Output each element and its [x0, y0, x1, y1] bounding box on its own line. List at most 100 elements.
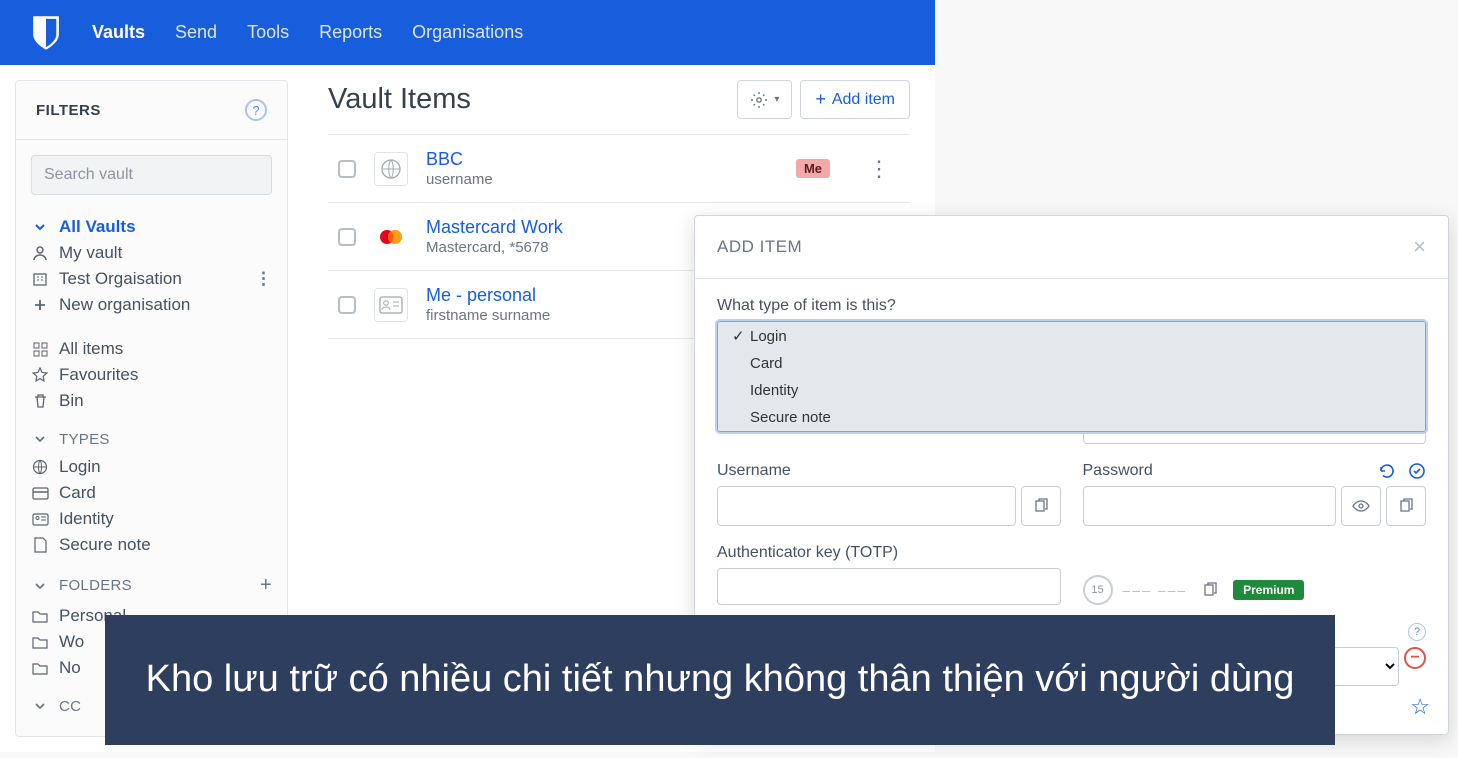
add-item-button[interactable]: + Add item	[800, 80, 910, 119]
bin-icon	[31, 392, 49, 410]
nav-send[interactable]: Send	[175, 22, 217, 43]
username-label: Username	[717, 462, 1061, 480]
copy-password-button[interactable]	[1386, 486, 1426, 526]
sidebar-favourites[interactable]: Favourites	[31, 362, 272, 388]
eye-icon	[1352, 499, 1370, 513]
owner-badge: Me	[796, 159, 830, 178]
plus-icon: +	[815, 89, 826, 110]
sidebar-type-card[interactable]: Card	[31, 480, 272, 506]
totp-timer-icon: 15	[1083, 575, 1113, 605]
sidebar-new-org[interactable]: New organisation	[31, 292, 272, 318]
close-icon[interactable]: ×	[1413, 234, 1426, 260]
page-title: Vault Items	[328, 83, 471, 116]
premium-badge: Premium	[1233, 580, 1304, 600]
password-label: Password	[1083, 462, 1153, 480]
type-option-login[interactable]: ✓Login	[718, 322, 1425, 350]
sidebar-item-label: New organisation	[59, 295, 190, 315]
sidebar-item-label: Bin	[59, 391, 84, 411]
nav-tools[interactable]: Tools	[247, 22, 289, 43]
settings-button[interactable]: ▾	[737, 80, 792, 119]
item-type-select[interactable]: ✓Login Card Identity Secure note	[717, 321, 1426, 432]
vault-item-row[interactable]: BBC username Me ⋮	[328, 135, 910, 203]
dialog-title: ADD ITEM	[717, 237, 802, 257]
totp-input[interactable]	[717, 568, 1061, 605]
row-checkbox[interactable]	[338, 296, 356, 314]
totp-code: ––– –––	[1123, 582, 1188, 598]
help-icon[interactable]: ?	[1408, 623, 1426, 641]
grid-icon	[31, 340, 49, 358]
totp-label: Authenticator key (TOTP)	[717, 544, 1061, 562]
review-caption: Kho lưu trữ có nhiều chi tiết nhưng khôn…	[105, 615, 1335, 745]
sidebar-bin[interactable]: Bin	[31, 388, 272, 414]
row-checkbox[interactable]	[338, 160, 356, 178]
org-menu-icon[interactable]: ⋮	[255, 269, 272, 289]
copy-totp-button[interactable]	[1197, 577, 1223, 603]
caption-text: Kho lưu trữ có nhiều chi tiết nhưng khôn…	[146, 654, 1295, 705]
type-label: What type of item is this?	[717, 297, 1426, 315]
nav-reports[interactable]: Reports	[319, 22, 382, 43]
folder-icon	[31, 659, 49, 677]
mastercard-icon	[374, 220, 408, 254]
folders-header[interactable]: FOLDERS +	[31, 568, 272, 603]
item-name[interactable]: BBC	[426, 149, 778, 170]
chevron-down-icon	[31, 430, 49, 448]
caret-down-icon: ▾	[774, 94, 779, 105]
copy-icon	[1398, 498, 1414, 514]
copy-username-button[interactable]	[1021, 486, 1061, 526]
type-option-identity[interactable]: Identity	[718, 377, 1425, 404]
copy-icon	[1202, 582, 1218, 598]
card-icon	[31, 484, 49, 502]
type-option-secure-note[interactable]: Secure note	[718, 404, 1425, 431]
sidebar-all-vaults[interactable]: All Vaults	[31, 214, 272, 240]
username-input[interactable]	[717, 486, 1016, 526]
add-item-label: Add item	[832, 91, 895, 109]
sidebar-type-identity[interactable]: Identity	[31, 506, 272, 532]
app-logo	[30, 15, 62, 51]
check-password-icon[interactable]	[1408, 462, 1426, 480]
copy-icon	[1033, 498, 1049, 514]
type-option-card[interactable]: Card	[718, 350, 1425, 377]
add-folder-icon[interactable]: +	[260, 574, 272, 597]
org-icon	[31, 270, 49, 288]
sidebar-test-org[interactable]: Test Orgaisation ⋮	[31, 266, 272, 292]
chevron-down-icon	[31, 697, 49, 715]
globe-icon	[374, 152, 408, 186]
chevron-down-icon	[31, 577, 49, 595]
top-nav: Vaults Send Tools Reports Organisations	[0, 0, 935, 65]
password-input[interactable]	[1083, 486, 1337, 526]
sidebar-item-label: No	[59, 658, 81, 678]
chevron-down-icon	[31, 218, 49, 236]
identity-icon	[31, 510, 49, 528]
sidebar-item-label: My vault	[59, 243, 122, 263]
remove-uri-button[interactable]: −	[1404, 647, 1426, 669]
filters-title: FILTERS	[36, 102, 101, 119]
idcard-icon	[374, 288, 408, 322]
search-input[interactable]	[31, 155, 272, 195]
star-icon	[31, 366, 49, 384]
sidebar-type-login[interactable]: Login	[31, 454, 272, 480]
nav-organisations[interactable]: Organisations	[412, 22, 523, 43]
row-checkbox[interactable]	[338, 228, 356, 246]
sidebar-all-items[interactable]: All items	[31, 336, 272, 362]
sidebar-item-label: All items	[59, 339, 123, 359]
row-menu-icon[interactable]: ⋮	[848, 156, 910, 182]
sidebar-item-label: Login	[59, 457, 101, 477]
sidebar-item-label: Wo	[59, 632, 84, 652]
gear-icon	[750, 91, 768, 109]
sidebar-my-vault[interactable]: My vault	[31, 240, 272, 266]
sidebar-item-label: Identity	[59, 509, 114, 529]
toggle-password-button[interactable]	[1341, 486, 1381, 526]
generate-password-icon[interactable]	[1378, 462, 1396, 480]
favourite-star-icon[interactable]: ☆	[1410, 694, 1430, 720]
sidebar-item-label: Card	[59, 483, 96, 503]
sidebar-item-label: All Vaults	[59, 217, 136, 237]
types-header[interactable]: TYPES	[31, 424, 272, 454]
item-subtitle: username	[426, 171, 778, 188]
sidebar-type-secure-note[interactable]: Secure note	[31, 532, 272, 558]
sidebar-item-label: Secure note	[59, 535, 151, 555]
nav-vaults[interactable]: Vaults	[92, 22, 145, 43]
help-icon[interactable]: ?	[245, 99, 267, 121]
globe-icon	[31, 458, 49, 476]
check-icon: ✓	[732, 327, 744, 345]
folder-icon	[31, 633, 49, 651]
